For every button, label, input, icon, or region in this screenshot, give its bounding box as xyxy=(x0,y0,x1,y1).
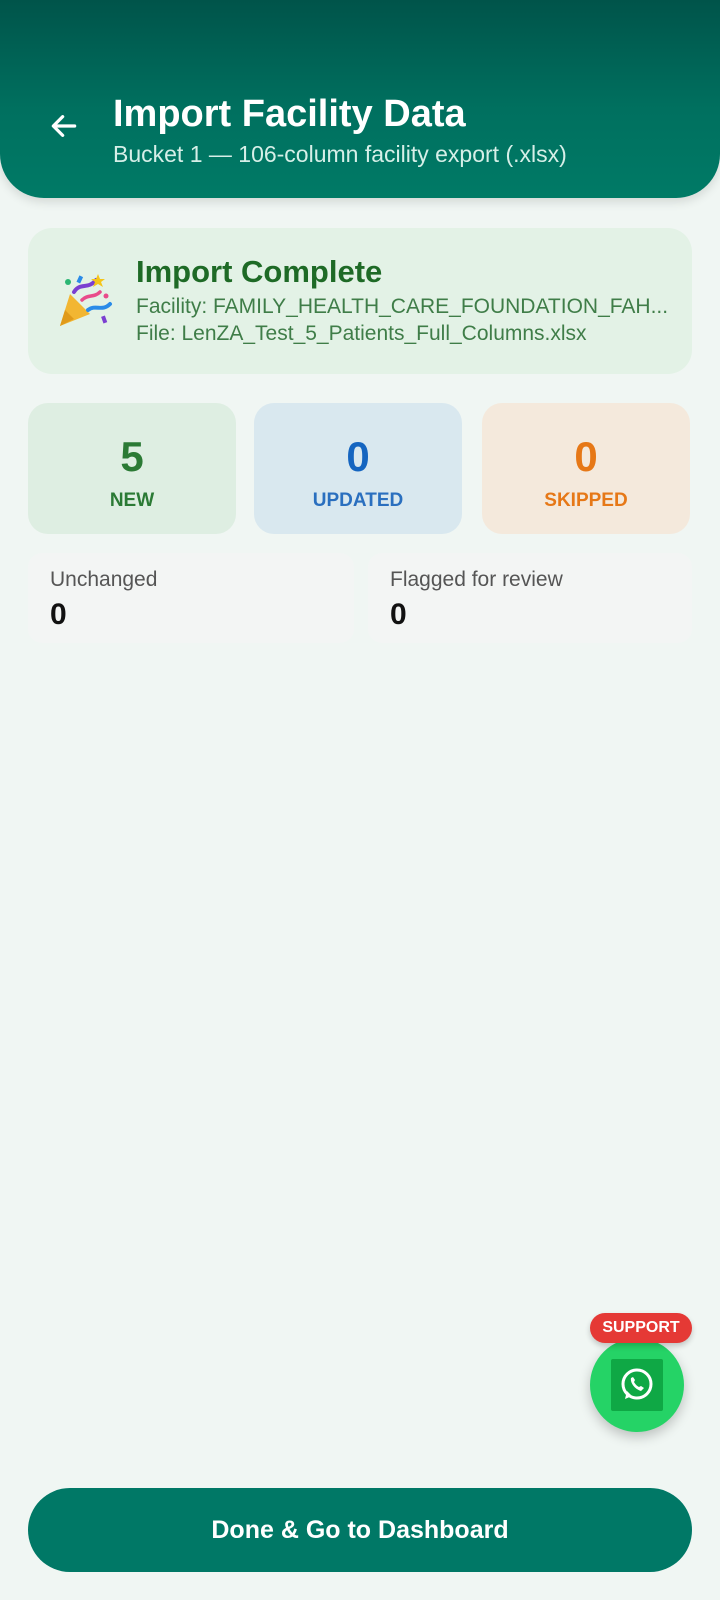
support-badge[interactable]: SUPPORT xyxy=(590,1313,692,1343)
done-go-to-dashboard-button[interactable]: Done & Go to Dashboard xyxy=(28,1488,692,1572)
stat-updated-card: 0 UPDATED xyxy=(254,403,462,534)
stat-skipped-card: 0 SKIPPED xyxy=(482,403,690,534)
stat-skipped-label: SKIPPED xyxy=(544,490,628,511)
stat-updated-value: 0 xyxy=(346,433,370,480)
facility-name: Facility: FAMILY_HEALTH_CARE_FOUNDATION_… xyxy=(136,295,669,318)
page-subtitle: Bucket 1 — 106-column facility export (.… xyxy=(113,141,567,167)
whatsapp-support-button[interactable] xyxy=(590,1338,684,1432)
stat-new-label: NEW xyxy=(109,490,155,511)
whatsapp-icon xyxy=(621,1368,653,1400)
whatsapp-icon-tile xyxy=(611,1359,663,1411)
import-complete-card: Import Complete Facility: FAMILY_HEALTH_… xyxy=(28,228,692,374)
arrow-left-icon xyxy=(51,115,77,137)
back-button[interactable] xyxy=(44,106,84,146)
stat-new-value: 5 xyxy=(120,433,144,480)
import-status-title: Import Complete xyxy=(136,254,383,289)
stat-skipped-value: 0 xyxy=(574,433,598,480)
file-name: File: LenZA_Test_5_Patients_Full_Columns… xyxy=(136,322,587,345)
unchanged-label: Unchanged xyxy=(50,568,158,591)
flagged-label: Flagged for review xyxy=(390,568,563,591)
page-title: Import Facility Data xyxy=(113,93,466,135)
unchanged-value: 0 xyxy=(50,598,67,631)
unchanged-summary: Unchanged 0 xyxy=(28,553,354,643)
stat-new-card: 5 NEW xyxy=(28,403,236,534)
flagged-value: 0 xyxy=(390,598,407,631)
stat-updated-label: UPDATED xyxy=(312,490,404,511)
app-header: Import Facility Data Bucket 1 — 106-colu… xyxy=(0,0,720,198)
flagged-summary: Flagged for review 0 xyxy=(368,553,692,643)
party-popper-icon xyxy=(60,274,112,326)
